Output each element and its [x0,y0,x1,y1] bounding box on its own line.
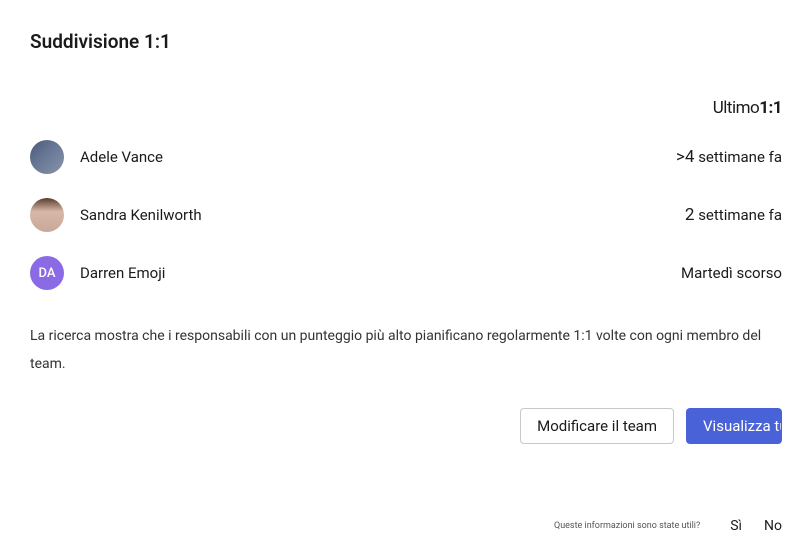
avatar [30,198,64,232]
member-row: Sandra Kenilworth 2 settimane fa [30,186,782,244]
time-unit: settimane fa [694,206,782,224]
feedback-yes[interactable]: Sì [730,518,742,534]
card-title: Suddivisione 1:1 [30,30,782,53]
column-header-prefix: Ultimo [713,98,759,118]
column-header-row: Ultimo1:1 [30,98,782,118]
feedback-no[interactable]: No [764,518,782,534]
member-name: Darren Emoji [80,264,681,282]
button-row: Modificare il team Visualizza tu [30,408,782,444]
member-name: Adele Vance [80,148,676,166]
time-unit: settimane fa [694,148,782,166]
info-text: La ricerca mostra che i responsabili con… [30,322,782,378]
column-header-bold: 1:1 [759,98,782,118]
member-row: Adele Vance >4 settimane fa [30,128,782,186]
member-name: Sandra Kenilworth [80,206,685,224]
breakdown-card: Suddivisione 1:1 Ultimo1:1 Adele Vance >… [0,0,812,552]
time-unit: Martedì scorso [681,264,782,282]
avatar [30,140,64,174]
view-all-button[interactable]: Visualizza tu [686,408,782,444]
member-last-time: Martedì scorso [681,263,782,283]
time-value: >4 [676,147,694,167]
edit-team-button[interactable]: Modificare il team [520,408,674,444]
avatar: DA [30,256,64,290]
column-header: Ultimo1:1 [713,98,782,118]
member-row: DA Darren Emoji Martedì scorso [30,244,782,302]
feedback-row: Queste informazioni sono state utili? Sì… [554,518,782,534]
member-last-time: >4 settimane fa [676,147,782,167]
feedback-prompt: Queste informazioni sono state utili? [554,521,700,531]
member-last-time: 2 settimane fa [685,205,782,225]
